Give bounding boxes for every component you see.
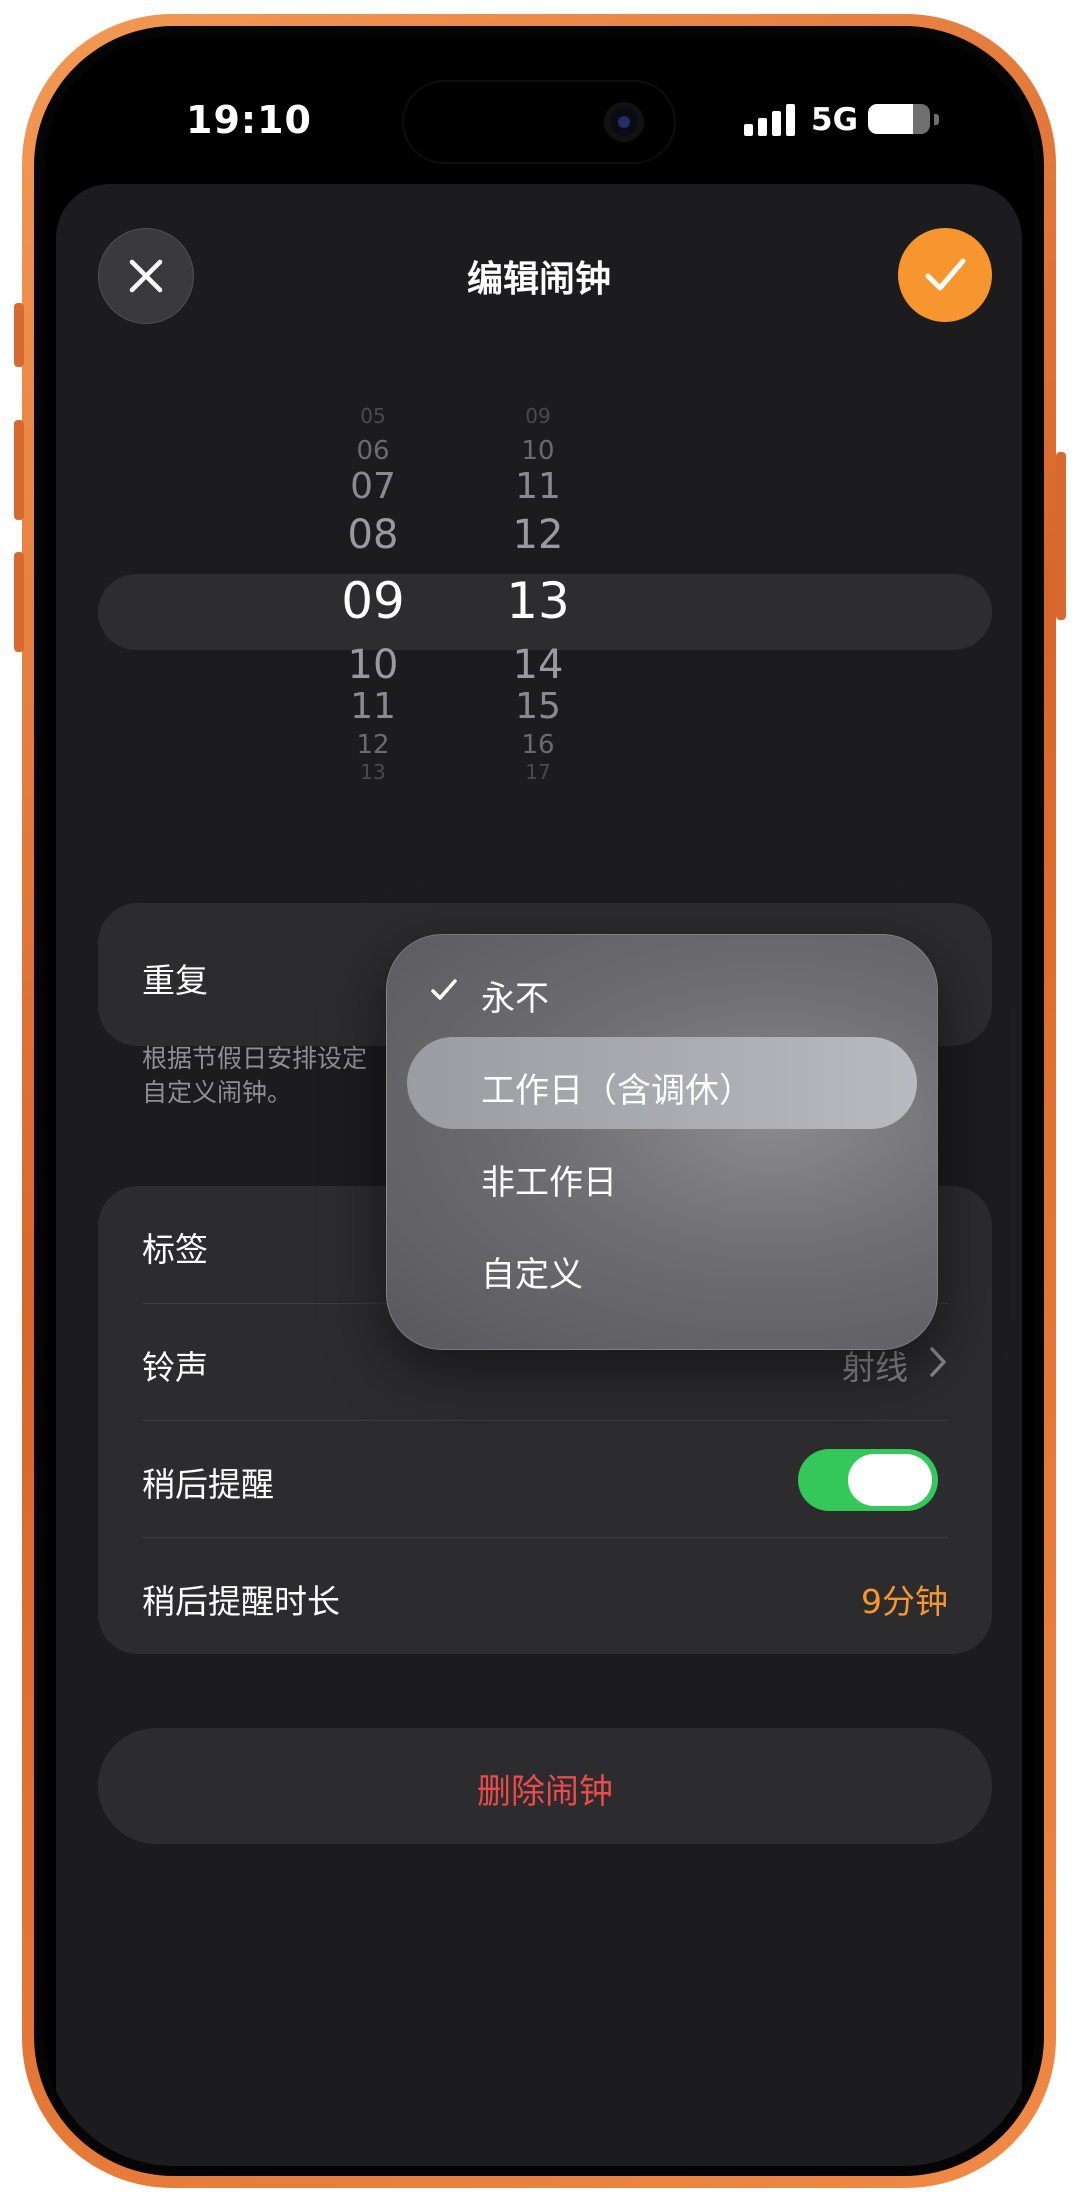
picker-value[interactable]: 11	[298, 686, 448, 727]
delete-alarm-label: 删除闹钟	[477, 1772, 613, 1812]
delete-alarm-button[interactable]: 删除闹钟	[98, 1728, 992, 1844]
picker-value[interactable]: 12	[463, 512, 613, 558]
checkmark-icon	[925, 258, 966, 291]
battery-icon	[868, 104, 930, 134]
picker-value[interactable]: 17	[463, 760, 613, 784]
picker-value[interactable]: 12	[298, 730, 448, 760]
battery-tip	[934, 114, 939, 125]
menu-item-workdays[interactable]: 工作日（含调休）	[407, 1037, 917, 1129]
picker-value[interactable]: 05	[298, 404, 448, 428]
chevron-right-icon	[930, 1347, 946, 1377]
picker-value[interactable]: 10	[298, 642, 448, 688]
status-time: 19:10	[186, 98, 312, 142]
sound-row-label: 铃声	[142, 1348, 208, 1387]
volume-down-button	[14, 552, 24, 652]
picker-selected-value[interactable]: 09	[298, 572, 448, 630]
network-type: 5G	[811, 102, 859, 138]
volume-up-button	[14, 420, 24, 520]
toggle-knob	[848, 1454, 932, 1506]
menu-item-label: 工作日（含调休）	[481, 1071, 753, 1111]
picker-value[interactable]: 07	[298, 466, 448, 507]
checkmark-icon	[431, 979, 457, 1000]
menu-item-label: 非工作日	[481, 1163, 617, 1203]
menu-item-non-workdays[interactable]: 非工作日	[407, 1129, 917, 1221]
picker-value[interactable]: 10	[463, 436, 613, 466]
minute-wheel[interactable]: 09 10 11 12 13 14 15 16 17	[463, 404, 613, 834]
picker-value[interactable]: 08	[298, 512, 448, 558]
picker-value[interactable]: 11	[463, 466, 613, 507]
screen: 19:10 5G 编辑闹钟 05 06 07 08 09 10 11 12 13 09 10 11 1…	[44, 36, 1034, 2166]
action-button	[14, 303, 24, 367]
menu-item-label: 自定义	[481, 1255, 583, 1295]
snooze-toggle[interactable]	[798, 1449, 938, 1511]
repeat-note-line1: 根据节假日安排设定	[142, 1044, 368, 1073]
repeat-options-menu: 永不 工作日（含调休） 非工作日 自定义	[386, 934, 938, 1350]
signal-icon	[744, 104, 804, 136]
power-button	[1056, 452, 1066, 620]
picker-value[interactable]: 14	[463, 642, 613, 688]
sheet-title: 编辑闹钟	[466, 259, 611, 300]
menu-item-custom[interactable]: 自定义	[407, 1221, 917, 1313]
time-picker[interactable]: 05 06 07 08 09 10 11 12 13 09 10 11 12 13 14 15 16 17	[98, 404, 992, 834]
battery-level	[868, 104, 913, 134]
save-button[interactable]	[898, 228, 992, 322]
label-row-label: 标签	[142, 1230, 208, 1269]
picker-selected-value[interactable]: 13	[463, 572, 613, 630]
snooze-duration-label: 稍后提醒时长	[142, 1582, 340, 1621]
snooze-row-label: 稍后提醒	[142, 1465, 274, 1504]
snooze-row: 稍后提醒	[98, 1421, 992, 1537]
picker-value[interactable]: 15	[463, 686, 613, 727]
snooze-duration-value: 9分钟	[861, 1582, 948, 1621]
repeat-note: 根据节假日安排设定 自定义闹钟。	[142, 1042, 412, 1110]
repeat-label: 重复	[142, 961, 208, 1000]
picker-value[interactable]: 06	[298, 436, 448, 466]
menu-item-label: 永不	[481, 979, 549, 1019]
picker-value[interactable]: 13	[298, 760, 448, 784]
picker-value[interactable]: 16	[463, 730, 613, 760]
hour-wheel[interactable]: 05 06 07 08 09 10 11 12 13	[298, 404, 448, 834]
picker-value[interactable]: 09	[463, 404, 613, 428]
repeat-note-line2: 自定义闹钟。	[142, 1078, 293, 1107]
menu-item-never[interactable]: 永不	[407, 945, 917, 1037]
snooze-duration-row[interactable]: 稍后提醒时长 9分钟	[98, 1538, 992, 1654]
front-camera-icon	[604, 102, 644, 142]
edit-alarm-sheet: 编辑闹钟 05 06 07 08 09 10 11 12 13 09 10 11 12 13 14 15 16…	[56, 184, 1022, 2166]
